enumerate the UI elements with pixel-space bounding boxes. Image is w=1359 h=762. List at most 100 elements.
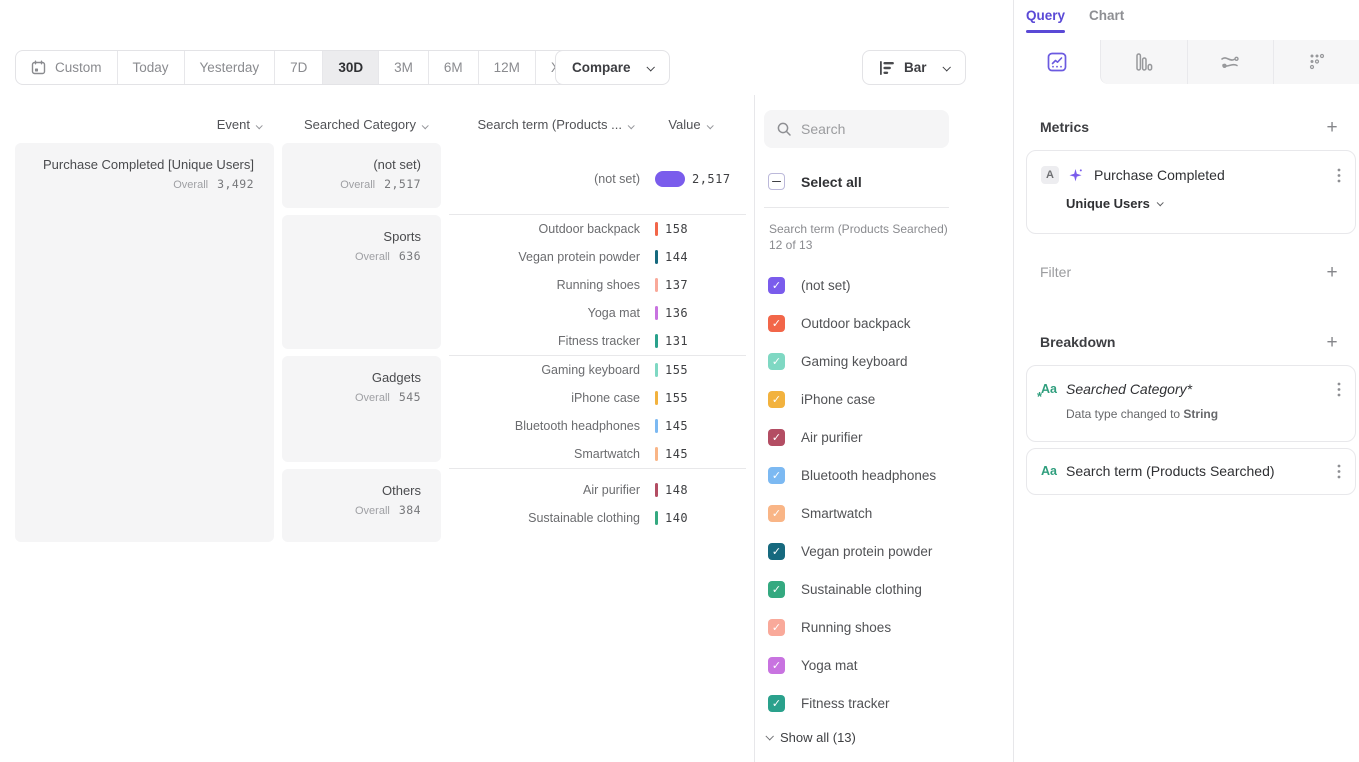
tab-chart[interactable]: Chart (1089, 8, 1124, 31)
table-row[interactable]: Outdoor backpack158 (449, 215, 746, 243)
select-all-row[interactable]: Select all (768, 173, 1013, 190)
checkbox-checked-icon[interactable]: ✓ (768, 277, 785, 294)
column-header-term[interactable]: Search term (Products ... (449, 117, 633, 132)
metrics-heading: Metrics (1040, 119, 1089, 135)
category-card[interactable]: (not set)Overall2,517 (282, 143, 441, 208)
table-row[interactable]: iPhone case155 (449, 384, 746, 412)
column-header-value[interactable]: Value (655, 117, 725, 132)
legend-search-input[interactable] (801, 121, 931, 137)
kebab-menu-icon[interactable] (1337, 382, 1341, 397)
legend-item-vegan-protein-powder[interactable]: ✓Vegan protein powder (768, 532, 1013, 570)
date-button-label: 12M (494, 60, 520, 75)
tab-flows[interactable] (1187, 40, 1274, 84)
table-row[interactable]: (not set)2,517 (449, 143, 746, 214)
legend-item--not-set-[interactable]: ✓(not set) (768, 266, 1013, 304)
checkbox-checked-icon[interactable]: ✓ (768, 657, 785, 674)
legend-search-box[interactable] (764, 110, 949, 148)
column-header-event-label: Event (217, 117, 250, 132)
show-all-button[interactable]: Show all (13) (766, 730, 1013, 745)
tab-insights[interactable] (1014, 40, 1100, 84)
event-sparkle-icon (1067, 167, 1084, 184)
legend-item-running-shoes[interactable]: ✓Running shoes (768, 608, 1013, 646)
legend-item-label: Yoga mat (801, 658, 858, 673)
checkbox-checked-icon[interactable]: ✓ (768, 619, 785, 636)
table-row[interactable]: Air purifier148 (449, 476, 746, 504)
metric-card[interactable]: A Purchase Completed Unique Users (1026, 150, 1356, 234)
checkbox-checked-icon[interactable]: ✓ (768, 543, 785, 560)
table-row[interactable]: Running shoes137 (449, 271, 746, 299)
table-row[interactable]: Yoga mat136 (449, 299, 746, 327)
add-filter-button[interactable]: + (1323, 264, 1341, 282)
legend-item-gaming-keyboard[interactable]: ✓Gaming keyboard (768, 342, 1013, 380)
aggregation-selector[interactable]: Unique Users (1066, 196, 1341, 211)
checkbox-checked-icon[interactable]: ✓ (768, 467, 785, 484)
date-button-label: Custom (55, 60, 102, 75)
add-metric-button[interactable]: + (1323, 119, 1341, 137)
legend-caption: Search term (Products Searched) 12 of 13 (769, 221, 949, 253)
tab-query[interactable]: Query (1026, 8, 1065, 31)
category-card[interactable]: GadgetsOverall545 (282, 356, 441, 462)
add-breakdown-button[interactable]: + (1323, 334, 1341, 352)
checkbox-checked-icon[interactable]: ✓ (768, 505, 785, 522)
breakdown-label: Search term (Products Searched) (1066, 463, 1275, 479)
event-card[interactable]: Purchase Completed [Unique Users] Overal… (15, 143, 274, 542)
event-card-title: Purchase Completed [Unique Users] (15, 157, 254, 172)
date-button-6m[interactable]: 6M (428, 51, 478, 84)
legend-item-bluetooth-headphones[interactable]: ✓Bluetooth headphones (768, 456, 1013, 494)
legend-item-fitness-tracker[interactable]: ✓Fitness tracker (768, 684, 1013, 722)
value-bar (655, 447, 658, 461)
legend-item-smartwatch[interactable]: ✓ Smartwatch (768, 494, 1013, 532)
legend-item-sustainable-clothing[interactable]: ✓Sustainable clothing (768, 570, 1013, 608)
column-header-event[interactable]: Event (15, 117, 261, 132)
compare-button[interactable]: Compare (555, 50, 670, 85)
kebab-menu-icon[interactable] (1337, 168, 1341, 183)
date-button-today[interactable]: Today (117, 51, 184, 84)
column-header-category[interactable]: Searched Category (282, 117, 427, 132)
table-row[interactable]: Gaming keyboard155 (449, 356, 746, 384)
legend-item-label: Outdoor backpack (801, 316, 911, 331)
chart-type-selector[interactable]: Bar (862, 50, 966, 85)
category-card[interactable]: SportsOverall636 (282, 215, 441, 349)
checkbox-checked-icon[interactable]: ✓ (768, 429, 785, 446)
tab-funnels[interactable] (1100, 40, 1187, 84)
table-row[interactable]: Vegan protein powder144 (449, 243, 746, 271)
checkbox-checked-icon[interactable]: ✓ (768, 315, 785, 332)
checkbox-checked-icon[interactable]: ✓ (768, 353, 785, 370)
legend-item-outdoor-backpack[interactable]: ✓ Outdoor backpack (768, 304, 1013, 342)
legend-item-air-purifier[interactable]: ✓Air purifier (768, 418, 1013, 456)
table-row[interactable]: Bluetooth headphones145 (449, 412, 746, 440)
select-all-checkbox[interactable] (768, 173, 785, 190)
overall-value: 3,492 (217, 177, 254, 191)
checkbox-checked-icon[interactable]: ✓ (768, 695, 785, 712)
table-row[interactable]: Sustainable clothing140 (449, 504, 746, 532)
metric-letter-badge: A (1041, 166, 1059, 184)
breakdown-card-search-term[interactable]: Aa Search term (Products Searched) (1026, 448, 1356, 495)
table-row[interactable]: Fitness tracker131 (449, 327, 746, 355)
category-card[interactable]: OthersOverall384 (282, 469, 441, 542)
legend-item-iphone-case[interactable]: ✓iPhone case (768, 380, 1013, 418)
breakdown-note: Data type changed to String (1066, 407, 1341, 421)
table-row[interactable]: Smartwatch145 (449, 440, 746, 468)
overall-label: Overall (355, 251, 390, 263)
date-button-12m[interactable]: 12M (478, 51, 535, 84)
kebab-menu-icon[interactable] (1337, 464, 1341, 479)
date-button-3m[interactable]: 3M (378, 51, 428, 84)
chevron-down-icon (1156, 199, 1163, 206)
value-cell: 136 (655, 306, 746, 320)
chart-type-label: Bar (904, 60, 927, 75)
breakdown-card-searched-category[interactable]: Aa* Searched Category* Data type changed… (1026, 365, 1356, 442)
date-button-7d[interactable]: 7D (274, 51, 322, 84)
checkbox-checked-icon[interactable]: ✓ (768, 391, 785, 408)
visualization-tabs (1014, 40, 1359, 84)
note-bold: String (1183, 407, 1218, 421)
value-bar (655, 419, 658, 433)
checkbox-checked-icon[interactable]: ✓ (768, 581, 785, 598)
date-button-yesterday[interactable]: Yesterday (184, 51, 275, 84)
table-groups: (not set)Overall2,517(not set)2,517Sport… (282, 143, 746, 542)
tab-retention[interactable] (1273, 40, 1359, 84)
value-bar (655, 391, 658, 405)
legend-item-yoga-mat[interactable]: ✓ Yoga mat (768, 646, 1013, 684)
date-button-custom[interactable]: Custom (16, 51, 117, 84)
date-button-30d[interactable]: 30D (322, 51, 378, 84)
legend-item-label: Smartwatch (801, 506, 872, 521)
